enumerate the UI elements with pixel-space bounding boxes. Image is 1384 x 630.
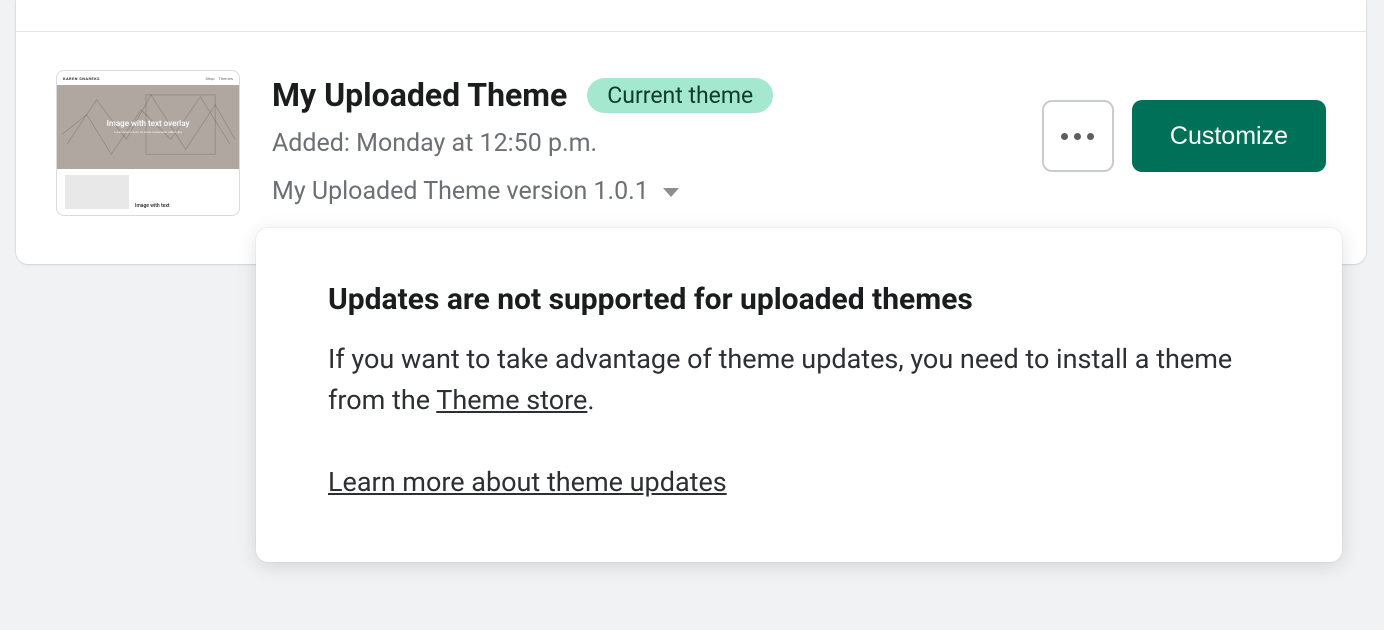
customize-button[interactable]: Customize (1132, 100, 1326, 172)
thumbnail-nav: Shop Themes (205, 76, 233, 81)
theme-info: My Uploaded Theme Current theme Added: M… (272, 70, 1010, 211)
theme-card: KAREN SNAREKS Shop Themes Image with tex… (16, 0, 1366, 264)
thumbnail-lower-image (65, 175, 129, 209)
popover-title: Updates are not supported for uploaded t… (328, 282, 1270, 317)
popover-body-suffix: . (587, 384, 594, 416)
current-theme-badge: Current theme (587, 78, 773, 113)
thumbnail-header: KAREN SNAREKS Shop Themes (57, 71, 239, 85)
title-row: My Uploaded Theme Current theme (272, 76, 1010, 114)
more-icon (1061, 133, 1094, 140)
thumbnail-hero-text: Image with text overlay (107, 119, 190, 128)
more-actions-button[interactable] (1042, 100, 1114, 172)
thumbnail-brand: KAREN SNAREKS (63, 76, 100, 81)
thumbnail-lower-label: Image with text (135, 203, 231, 209)
thumbnail-nav-item: Shop (205, 76, 214, 81)
chevron-down-icon (663, 188, 679, 197)
theme-thumbnail: KAREN SNAREKS Shop Themes Image with tex… (56, 70, 240, 216)
theme-title: My Uploaded Theme (272, 76, 567, 114)
thumbnail-lower: Image with text (57, 169, 239, 215)
theme-store-link[interactable]: Theme store (436, 384, 587, 416)
card-divider (16, 0, 1366, 32)
popover-body: If you want to take advantage of theme u… (328, 339, 1270, 420)
updates-popover: Updates are not supported for uploaded t… (256, 228, 1342, 562)
theme-added-date: Added: Monday at 12:50 p.m. (272, 126, 1010, 162)
thumbnail-nav-item: Themes (219, 76, 233, 81)
thumbnail-hero-subtext: Lorem ipsum dolor sit amet consectetur a… (114, 130, 182, 134)
theme-version-dropdown[interactable]: My Uploaded Theme version 1.0.1 (272, 174, 1010, 210)
learn-more-link[interactable]: Learn more about theme updates (328, 466, 727, 498)
thumbnail-lower-side: Image with text (135, 175, 231, 209)
thumbnail-hero: Image with text overlay Lorem ipsum dolo… (57, 85, 239, 169)
theme-version-label: My Uploaded Theme version 1.0.1 (272, 174, 649, 210)
theme-actions: Customize (1042, 70, 1326, 172)
